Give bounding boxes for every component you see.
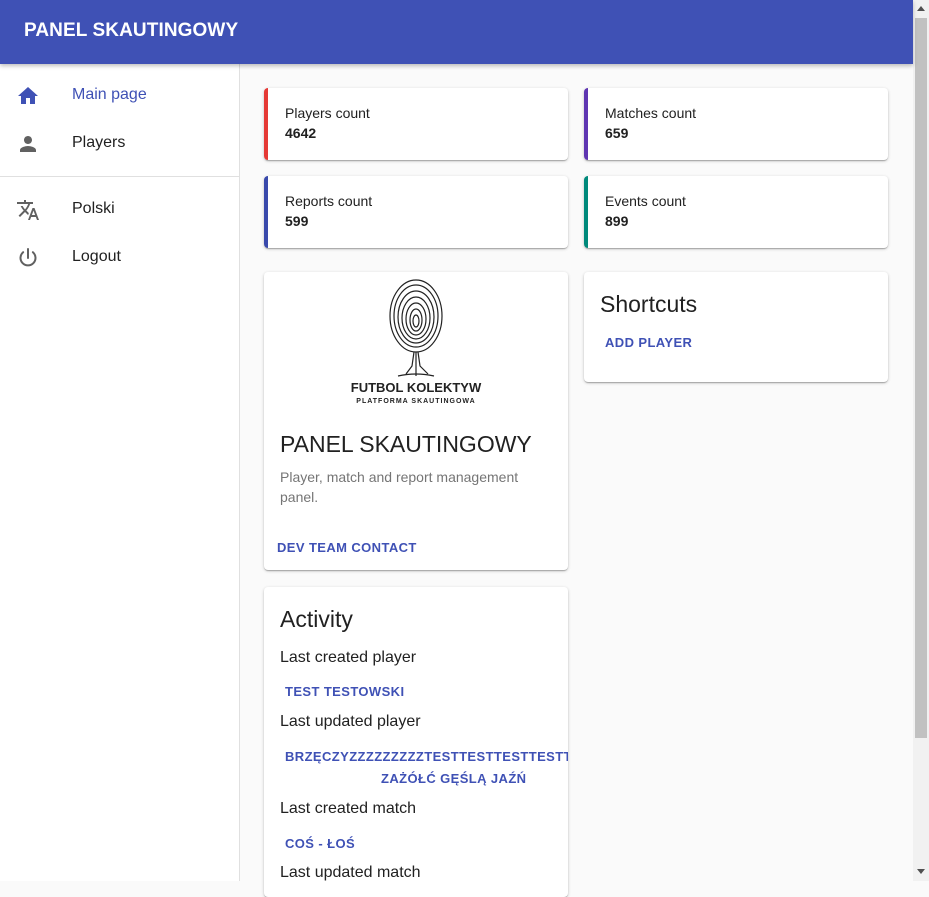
stat-label: Reports count xyxy=(285,193,373,209)
app-title: PANEL SKAUTINGOWY xyxy=(24,20,239,41)
scroll-up-arrow-icon[interactable] xyxy=(917,6,925,11)
last-created-player-label: Last created player xyxy=(280,649,417,666)
sidebar-item-label: Logout xyxy=(72,248,121,265)
sidebar-item-label: Polski xyxy=(72,200,115,217)
players-count-card: Players count 4642 xyxy=(264,88,568,160)
shortcuts-card: Shortcuts ADD PLAYER xyxy=(584,272,888,382)
sidebar: Main page Players Polski Logout xyxy=(0,64,240,881)
stat-value: 599 xyxy=(285,213,309,229)
home-icon xyxy=(18,87,38,104)
sidebar-item-main-page[interactable]: Main page xyxy=(0,72,239,120)
add-player-button[interactable]: ADD PLAYER xyxy=(605,335,692,350)
about-description: Player, match and report management pane… xyxy=(280,469,519,505)
stat-value: 899 xyxy=(605,213,629,229)
sidebar-item-label: Players xyxy=(72,134,126,151)
sidebar-item-logout[interactable]: Logout xyxy=(0,234,239,282)
app-bar: PANEL SKAUTINGOWY xyxy=(0,0,913,64)
scroll-down-arrow-icon[interactable] xyxy=(917,869,925,874)
stat-label: Players count xyxy=(285,105,370,121)
sidebar-item-label: Main page xyxy=(72,86,147,103)
fingerprint-tree-logo: FUTBOL KOLEKTYW PLATFORMA SKAUTINGOWA xyxy=(351,279,482,405)
power-icon xyxy=(19,248,37,267)
scrollbar[interactable] xyxy=(913,0,929,881)
sidebar-item-language[interactable]: Polski xyxy=(0,186,239,234)
last-created-match-label: Last created match xyxy=(280,800,417,817)
stat-label: Events count xyxy=(605,193,686,209)
matches-count-card: Matches count 659 xyxy=(584,88,888,160)
last-created-match-link[interactable]: COŚ - ŁOŚ xyxy=(285,836,355,851)
accent-bar xyxy=(584,88,588,160)
last-updated-player-link[interactable]: BRZĘCZYZZZZZZZZZTESTTESTTESTTESTTES xyxy=(285,749,568,764)
sidebar-divider xyxy=(0,176,239,177)
accent-bar xyxy=(584,176,588,248)
accent-bar xyxy=(264,176,268,248)
events-count-card: Events count 899 xyxy=(584,176,888,248)
reports-count-card: Reports count 599 xyxy=(264,176,568,248)
scroll-thumb[interactable] xyxy=(915,18,927,738)
stat-value: 659 xyxy=(605,125,629,141)
sidebar-item-players[interactable]: Players xyxy=(0,120,239,168)
shortcuts-title: Shortcuts xyxy=(600,291,698,317)
last-updated-match-label: Last updated match xyxy=(280,864,421,881)
accent-bar xyxy=(264,88,268,160)
about-title: PANEL SKAUTINGOWY xyxy=(280,431,532,457)
stat-value: 4642 xyxy=(285,125,317,141)
last-updated-player-label: Last updated player xyxy=(280,713,421,730)
person-icon xyxy=(20,136,36,152)
translate-icon xyxy=(17,200,39,220)
logo-subtext: PLATFORMA SKAUTINGOWA xyxy=(356,398,475,405)
dev-team-contact-button[interactable]: DEV TEAM CONTACT xyxy=(277,540,417,555)
last-created-player-link[interactable]: TEST TESTOWSKI xyxy=(285,684,404,699)
stat-label: Matches count xyxy=(605,105,697,121)
logo-text: FUTBOL KOLEKTYW xyxy=(351,380,482,395)
last-updated-player-link-line2[interactable]: ZAŻÓŁĆ GĘŚLĄ JAŹŃ xyxy=(381,771,526,786)
activity-card: Activity Last created player TEST TESTOW… xyxy=(264,587,568,897)
activity-title: Activity xyxy=(280,606,353,632)
about-card: FUTBOL KOLEKTYW PLATFORMA SKAUTINGOWA PA… xyxy=(264,272,568,570)
